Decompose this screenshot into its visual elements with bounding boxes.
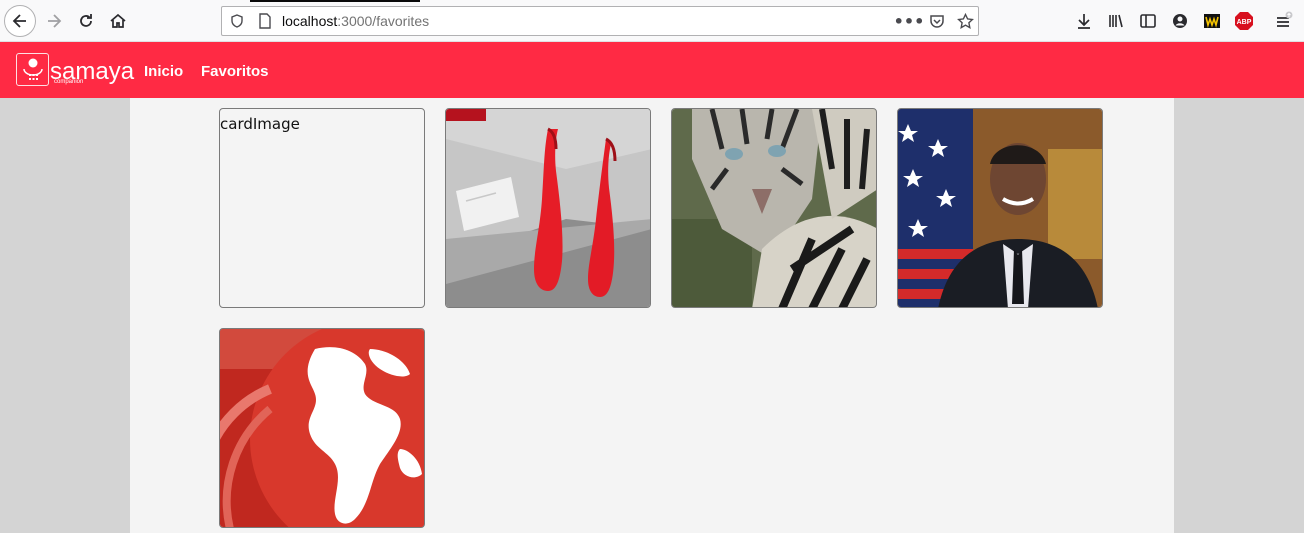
favorite-card[interactable] <box>897 108 1103 308</box>
favorite-card[interactable] <box>671 108 877 308</box>
url-bar[interactable]: localhost:3000/favorites ••• <box>221 6 979 36</box>
app-navbar: samaya companion Inicio Favoritos <box>0 42 1304 98</box>
more-actions-icon[interactable]: ••• <box>894 10 925 32</box>
extension-w-button[interactable] <box>1198 7 1226 35</box>
hamburger-icon <box>1277 11 1293 27</box>
card-image-alt-text: cardImage <box>220 115 300 133</box>
reload-button[interactable] <box>72 7 100 35</box>
forward-button[interactable] <box>40 7 68 35</box>
home-icon <box>110 13 126 28</box>
favorite-card[interactable]: cardImage <box>219 108 425 308</box>
white-tiger-image <box>672 109 876 307</box>
url-path: :3000/favorites <box>337 13 430 29</box>
bookmark-star-icon[interactable] <box>954 10 976 32</box>
library-button[interactable] <box>1102 7 1130 35</box>
sidebar-button[interactable] <box>1134 7 1162 35</box>
man-portrait-image <box>898 109 1102 307</box>
reload-icon <box>80 14 92 27</box>
account-icon <box>1173 14 1187 28</box>
downloads-button[interactable] <box>1070 7 1098 35</box>
red-globe-image <box>220 329 424 527</box>
arrow-right-icon <box>48 14 62 28</box>
url-text[interactable]: localhost:3000/favorites <box>282 13 429 29</box>
menu-button[interactable] <box>1270 7 1298 35</box>
browser-toolbar: localhost:3000/favorites ••• ABP <box>0 0 1304 42</box>
svg-text:ABP: ABP <box>1237 19 1252 26</box>
samaya-logo[interactable]: samaya companion <box>16 53 134 86</box>
favorite-card[interactable] <box>445 108 651 308</box>
page-icon[interactable] <box>254 10 276 32</box>
download-icon <box>1078 14 1090 29</box>
abp-icon: ABP <box>1235 12 1253 30</box>
library-icon <box>1109 14 1123 28</box>
favorites-grid: cardImage <box>130 98 1174 533</box>
home-button[interactable] <box>104 7 132 35</box>
active-tab-indicator <box>250 0 420 2</box>
shield-icon[interactable] <box>226 10 248 32</box>
adblock-button[interactable]: ABP <box>1230 7 1258 35</box>
back-button[interactable] <box>4 5 36 37</box>
arrow-left-icon <box>12 14 26 28</box>
w-extension-icon <box>1204 14 1220 28</box>
nav-link-inicio[interactable]: Inicio <box>144 63 183 80</box>
sidebar-icon <box>1140 14 1156 28</box>
red-shoes-image <box>446 109 650 307</box>
account-button[interactable] <box>1166 7 1194 35</box>
logo-mark-icon <box>16 53 49 86</box>
pocket-icon[interactable] <box>926 10 948 32</box>
logo-subtext: companion <box>54 79 84 85</box>
favorite-card[interactable] <box>219 328 425 528</box>
url-host: localhost <box>282 13 338 29</box>
nav-link-favoritos[interactable]: Favoritos <box>201 63 269 80</box>
